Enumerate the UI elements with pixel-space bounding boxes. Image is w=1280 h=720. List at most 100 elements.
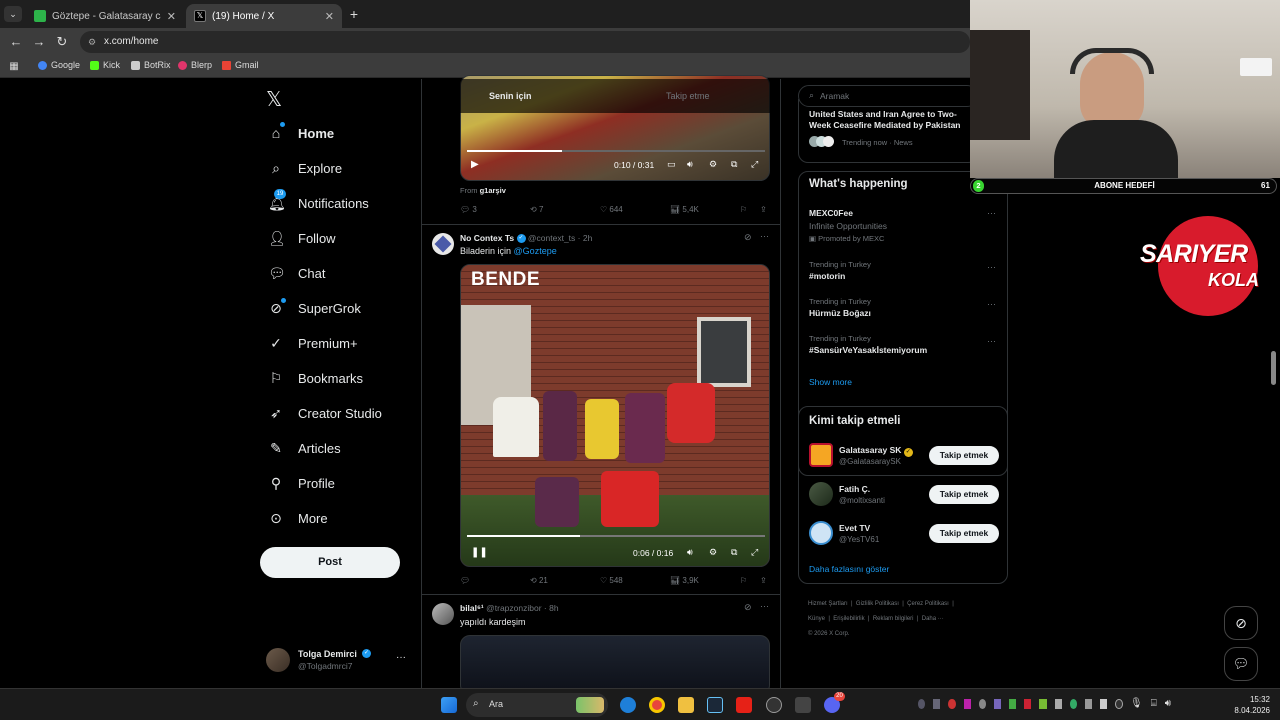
back-icon[interactable]: ←: [8, 34, 24, 50]
nav-chat[interactable]: 💬︎ Chat: [268, 265, 325, 281]
author-name[interactable]: No Contex Ts: [460, 233, 514, 243]
microphone-icon[interactable]: 🎙︎: [1130, 698, 1143, 712]
more-icon[interactable]: ···: [987, 299, 996, 309]
steam-tray-icon[interactable]: [933, 699, 941, 709]
close-icon[interactable]: ✕: [325, 10, 334, 23]
tweet-time[interactable]: · 2h: [578, 233, 593, 243]
trend-item[interactable]: Trending in Turkey Hürmüz Boğazı ···: [809, 297, 1005, 318]
volume-icon[interactable]: 🔊︎: [687, 547, 693, 558]
video-progress-track[interactable]: [467, 150, 765, 152]
chrome-icon[interactable]: [649, 697, 665, 713]
more-icon[interactable]: ···: [760, 601, 769, 611]
volume-icon[interactable]: 🔊︎: [687, 159, 693, 170]
author-handle[interactable]: @context_ts: [528, 233, 575, 243]
post-button[interactable]: Post: [260, 547, 400, 578]
captions-icon[interactable]: ▭: [667, 159, 676, 170]
footer-link[interactable]: Künye: [808, 616, 825, 622]
nav-creator-studio[interactable]: ➶ Creator Studio: [268, 405, 382, 421]
source-user-link[interactable]: g1arşiv: [480, 186, 506, 195]
footer-link[interactable]: Hizmet Şartları: [808, 601, 848, 607]
pause-icon[interactable]: ❚❚: [471, 547, 488, 558]
tab-for-you[interactable]: Senin için: [489, 91, 532, 101]
clock[interactable]: 15:32 8.04.2026: [1226, 694, 1270, 716]
footer-link[interactable]: Reklam bilgileri: [873, 616, 914, 622]
more-icon[interactable]: ···: [760, 231, 769, 241]
discord-icon[interactable]: 20: [824, 692, 845, 713]
share-icon[interactable]: ⇪: [760, 205, 767, 214]
bookmark-gmail[interactable]: Gmail: [222, 60, 259, 70]
site-info-icon[interactable]: ⚙: [88, 31, 96, 53]
tray-icon[interactable]: [1069, 699, 1077, 709]
settings-icon[interactable]: ⚙: [709, 159, 717, 170]
tray-icon[interactable]: [1115, 699, 1123, 709]
url-field[interactable]: ⚙ x.com/home: [80, 31, 970, 53]
apps-grid-icon[interactable]: ▦: [6, 59, 22, 75]
trend-item[interactable]: Trending in Turkey #SansürVeYasakİstemiy…: [809, 334, 1005, 355]
footer-link[interactable]: Gizlilik Politikası: [856, 601, 899, 607]
avatar[interactable]: [432, 603, 454, 625]
follow-button[interactable]: Takip etmek: [929, 485, 999, 504]
more-icon[interactable]: ···: [987, 262, 996, 272]
grok-icon[interactable]: ⊘: [1224, 606, 1258, 640]
tray-icon[interactable]: [978, 699, 986, 709]
nav-articles[interactable]: ✎ Articles: [268, 440, 341, 456]
reply-button[interactable]: 💬︎ 3: [460, 205, 477, 214]
reload-icon[interactable]: ↻: [54, 34, 70, 50]
bookmark-icon[interactable]: ⚐: [740, 576, 747, 585]
like-button[interactable]: ♡ 548: [600, 576, 623, 585]
follow-suggestion[interactable]: Evet TV @YesTV61 Takip etmek: [809, 521, 1005, 547]
views-count[interactable]: 📊︎ 5,4K: [670, 205, 699, 214]
account-switcher[interactable]: Tolga Demirci ✓ @Tolgadmrci7 ···: [266, 646, 410, 674]
footer-link[interactable]: Erişilebilirlik: [833, 616, 864, 622]
nav-home[interactable]: ⌂ Home: [268, 122, 334, 141]
file-explorer-icon[interactable]: [678, 697, 694, 713]
grok-icon[interactable]: ⊘: [744, 232, 752, 243]
views-count[interactable]: 📊︎ 3,9K: [670, 576, 699, 585]
follow-button[interactable]: Takip etmek: [929, 446, 999, 465]
grok-icon[interactable]: ⊘: [744, 602, 752, 613]
mention-link[interactable]: @Goztepe: [514, 246, 557, 256]
volume-icon[interactable]: 🔊︎: [1165, 698, 1171, 712]
tray-icon[interactable]: [963, 699, 971, 709]
tray-icon[interactable]: [993, 699, 1002, 709]
nvidia-icon[interactable]: [1039, 699, 1047, 709]
like-button[interactable]: ♡ 644: [600, 205, 623, 214]
pip-icon[interactable]: ⧉: [731, 547, 737, 558]
tray-icon[interactable]: [948, 699, 956, 709]
share-icon[interactable]: ⇪: [760, 576, 767, 585]
nav-profile[interactable]: ⚲ Profile: [268, 475, 335, 491]
reply-button[interactable]: 💬︎: [460, 576, 470, 585]
pip-icon[interactable]: ⧉: [731, 159, 737, 170]
x-logo-icon[interactable]: 𝕏: [266, 87, 282, 112]
follow-button[interactable]: Takip etmek: [929, 524, 999, 543]
page-scrollbar[interactable]: [1271, 351, 1276, 385]
show-more-link[interactable]: Daha fazlasını göster: [809, 564, 889, 574]
avatar[interactable]: [432, 233, 454, 255]
tray-icon[interactable]: [1009, 699, 1017, 709]
tweet-time[interactable]: · 8h: [544, 603, 559, 613]
tray-icon[interactable]: [1054, 699, 1062, 709]
footer-link[interactable]: Daha ···: [922, 616, 944, 622]
bookmark-icon[interactable]: ⚐: [740, 205, 747, 214]
show-more-link[interactable]: Show more: [809, 377, 852, 387]
author-handle[interactable]: @trapzonzibor: [486, 603, 541, 613]
nav-explore[interactable]: ⌕ Explore: [268, 160, 342, 176]
bookmark-botrix[interactable]: BotRix: [131, 60, 171, 70]
footer-link[interactable]: Çerez Politikası: [907, 601, 949, 607]
play-icon[interactable]: ▶: [471, 159, 479, 170]
video-progress-track[interactable]: [467, 535, 765, 537]
start-icon[interactable]: [441, 697, 457, 713]
edge-icon[interactable]: [620, 697, 636, 713]
follow-suggestion[interactable]: Fatih Ç. @moltixsanti Takip etmek: [809, 482, 1005, 508]
tab-search-button[interactable]: ⌄: [4, 6, 22, 22]
messages-icon[interactable]: 💬︎: [1224, 647, 1258, 681]
new-tab-button[interactable]: +: [346, 6, 362, 22]
fullscreen-icon[interactable]: ⤢: [751, 159, 758, 170]
taskbar-search[interactable]: ⌕ Ara: [466, 693, 608, 717]
nav-more[interactable]: ⊙ More: [268, 510, 328, 526]
author-name[interactable]: bilal⁶¹: [460, 603, 484, 613]
more-icon[interactable]: ···: [987, 336, 996, 346]
forward-icon[interactable]: →: [31, 34, 47, 50]
more-icon[interactable]: ···: [987, 208, 996, 218]
tweet-video[interactable]: BENDE ❚❚ 0:06 / 0:16 🔊︎ ⚙ ⧉ ⤢: [460, 264, 770, 567]
